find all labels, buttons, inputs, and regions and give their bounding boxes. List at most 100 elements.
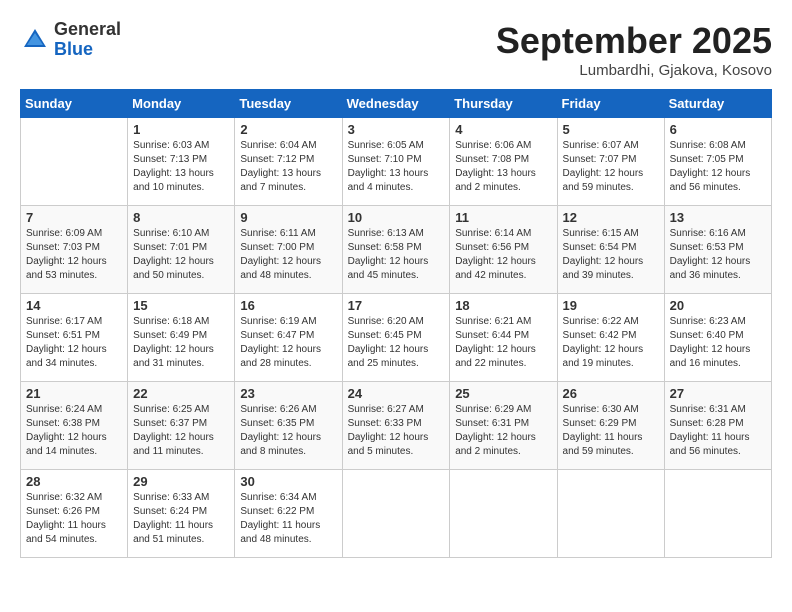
- weekday-header-sunday: Sunday: [21, 90, 128, 118]
- day-number: 30: [240, 474, 336, 489]
- calendar-week-row: 7 Sunrise: 6:09 AM Sunset: 7:03 PM Daylig…: [21, 206, 772, 294]
- day-number: 16: [240, 298, 336, 313]
- calendar-cell: 23Sunrise: 6:26 AM Sunset: 6:35 PM Dayli…: [235, 382, 342, 470]
- calendar-cell: 17 Sunrise: 6:20 AM Sunset: 6:45 PM Dayli…: [342, 294, 450, 382]
- calendar-cell: [664, 470, 771, 558]
- day-number: 13: [670, 210, 766, 225]
- day-number: 1: [133, 122, 229, 137]
- day-number: 6: [670, 122, 766, 137]
- day-info: Sunrise: 6:05 AM Sunset: 7:10 PM Dayligh…: [348, 139, 445, 195]
- calendar-cell: 13Sunrise: 6:16 AM Sunset: 6:53 PM Dayli…: [664, 206, 771, 294]
- day-info: Sunrise: 6:17 AM Sunset: 6:51 PM Dayligh…: [26, 315, 122, 371]
- day-info: Sunrise: 6:24 AM Sunset: 6:38 PM Dayligh…: [26, 403, 122, 459]
- weekday-header-thursday: Thursday: [450, 90, 557, 118]
- page-header: General Blue September 2025 Lumbardhi, G…: [20, 20, 772, 79]
- day-info: Sunrise: 6:20 AM Sunset: 6:45 PM Dayligh…: [348, 315, 445, 371]
- calendar-cell: 21 Sunrise: 6:24 AM Sunset: 6:38 PM Dayli…: [21, 382, 128, 470]
- day-number: 10: [348, 210, 445, 225]
- day-info: Sunrise: 6:15 AM Sunset: 6:54 PM Dayligh…: [563, 227, 659, 283]
- calendar-week-row: 28 Sunrise: 6:32 AM Sunset: 6:26 PM Dayli…: [21, 470, 772, 558]
- calendar-cell: 20 Sunrise: 6:23 AM Sunset: 6:40 PM Dayli…: [664, 294, 771, 382]
- weekday-header-tuesday: Tuesday: [235, 90, 342, 118]
- day-number: 11: [455, 210, 551, 225]
- day-number: 21: [26, 386, 122, 401]
- day-info: Sunrise: 6:33 AM Sunset: 6:24 PM Dayligh…: [133, 491, 229, 547]
- calendar-cell: 1 Sunrise: 6:03 AM Sunset: 7:13 PM Daylig…: [128, 118, 235, 206]
- calendar-cell: 19 Sunrise: 6:22 AM Sunset: 6:42 PM Dayli…: [557, 294, 664, 382]
- day-number: 17: [348, 298, 445, 313]
- calendar-table: SundayMondayTuesdayWednesdayThursdayFrid…: [20, 89, 772, 558]
- day-number: 7: [26, 210, 122, 225]
- day-info: Sunrise: 6:03 AM Sunset: 7:13 PM Dayligh…: [133, 139, 229, 195]
- day-info: Sunrise: 6:06 AM Sunset: 7:08 PM Dayligh…: [455, 139, 551, 195]
- day-info: Sunrise: 6:19 AM Sunset: 6:47 PM Dayligh…: [240, 315, 336, 371]
- day-info: Sunrise: 6:23 AM Sunset: 6:40 PM Dayligh…: [670, 315, 766, 371]
- day-number: 20: [670, 298, 766, 313]
- day-number: 4: [455, 122, 551, 137]
- calendar-cell: 29 Sunrise: 6:33 AM Sunset: 6:24 PM Dayli…: [128, 470, 235, 558]
- logo: General Blue: [20, 20, 121, 60]
- calendar-cell: 16 Sunrise: 6:19 AM Sunset: 6:47 PM Dayli…: [235, 294, 342, 382]
- day-info: Sunrise: 6:18 AM Sunset: 6:49 PM Dayligh…: [133, 315, 229, 371]
- day-info: Sunrise: 6:29 AM Sunset: 6:31 PM Dayligh…: [455, 403, 551, 459]
- day-info: Sunrise: 6:07 AM Sunset: 7:07 PM Dayligh…: [563, 139, 659, 195]
- weekday-header-monday: Monday: [128, 90, 235, 118]
- weekday-header-saturday: Saturday: [664, 90, 771, 118]
- day-info: Sunrise: 6:10 AM Sunset: 7:01 PM Dayligh…: [133, 227, 229, 283]
- day-number: 19: [563, 298, 659, 313]
- day-info: Sunrise: 6:13 AM Sunset: 6:58 PM Dayligh…: [348, 227, 445, 283]
- location-subtitle: Lumbardhi, Gjakova, Kosovo: [496, 62, 772, 79]
- calendar-cell: 28 Sunrise: 6:32 AM Sunset: 6:26 PM Dayli…: [21, 470, 128, 558]
- calendar-cell: 6 Sunrise: 6:08 AM Sunset: 7:05 PM Daylig…: [664, 118, 771, 206]
- day-number: 29: [133, 474, 229, 489]
- calendar-week-row: 1 Sunrise: 6:03 AM Sunset: 7:13 PM Daylig…: [21, 118, 772, 206]
- calendar-cell: 3 Sunrise: 6:05 AM Sunset: 7:10 PM Daylig…: [342, 118, 450, 206]
- calendar-cell: 4 Sunrise: 6:06 AM Sunset: 7:08 PM Daylig…: [450, 118, 557, 206]
- day-info: Sunrise: 6:31 AM Sunset: 6:28 PM Dayligh…: [670, 403, 766, 459]
- day-number: 9: [240, 210, 336, 225]
- day-number: 28: [26, 474, 122, 489]
- day-info: Sunrise: 6:09 AM Sunset: 7:03 PM Dayligh…: [26, 227, 122, 283]
- day-info: Sunrise: 6:32 AM Sunset: 6:26 PM Dayligh…: [26, 491, 122, 547]
- day-info: Sunrise: 6:11 AM Sunset: 7:00 PM Dayligh…: [240, 227, 336, 283]
- day-info: Sunrise: 6:34 AM Sunset: 6:22 PM Dayligh…: [240, 491, 336, 547]
- day-number: 14: [26, 298, 122, 313]
- day-number: 26: [563, 386, 659, 401]
- calendar-cell: 25 Sunrise: 6:29 AM Sunset: 6:31 PM Dayli…: [450, 382, 557, 470]
- calendar-cell: 8 Sunrise: 6:10 AM Sunset: 7:01 PM Daylig…: [128, 206, 235, 294]
- day-number: 27: [670, 386, 766, 401]
- calendar-cell: 2 Sunrise: 6:04 AM Sunset: 7:12 PM Daylig…: [235, 118, 342, 206]
- day-info: Sunrise: 6:25 AM Sunset: 6:37 PM Dayligh…: [133, 403, 229, 459]
- day-number: 22: [133, 386, 229, 401]
- day-info: Sunrise: 6:08 AM Sunset: 7:05 PM Dayligh…: [670, 139, 766, 195]
- day-number: 15: [133, 298, 229, 313]
- day-info: Sunrise: 6:26 AM Sunset: 6:35 PM Dayligh…: [240, 403, 336, 459]
- calendar-cell: 24Sunrise: 6:27 AM Sunset: 6:33 PM Dayli…: [342, 382, 450, 470]
- calendar-cell: 30 Sunrise: 6:34 AM Sunset: 6:22 PM Dayli…: [235, 470, 342, 558]
- calendar-cell: 11 Sunrise: 6:14 AM Sunset: 6:56 PM Dayli…: [450, 206, 557, 294]
- day-number: 3: [348, 122, 445, 137]
- calendar-cell: 27 Sunrise: 6:31 AM Sunset: 6:28 PM Dayli…: [664, 382, 771, 470]
- day-number: 25: [455, 386, 551, 401]
- day-number: 2: [240, 122, 336, 137]
- day-info: Sunrise: 6:22 AM Sunset: 6:42 PM Dayligh…: [563, 315, 659, 371]
- calendar-cell: 5Sunrise: 6:07 AM Sunset: 7:07 PM Daylig…: [557, 118, 664, 206]
- calendar-cell: 12Sunrise: 6:15 AM Sunset: 6:54 PM Dayli…: [557, 206, 664, 294]
- calendar-cell: [21, 118, 128, 206]
- calendar-week-row: 21 Sunrise: 6:24 AM Sunset: 6:38 PM Dayli…: [21, 382, 772, 470]
- day-info: Sunrise: 6:27 AM Sunset: 6:33 PM Dayligh…: [348, 403, 445, 459]
- calendar-cell: 10 Sunrise: 6:13 AM Sunset: 6:58 PM Dayli…: [342, 206, 450, 294]
- day-info: Sunrise: 6:30 AM Sunset: 6:29 PM Dayligh…: [563, 403, 659, 459]
- logo-icon: [20, 25, 50, 55]
- calendar-cell: 7 Sunrise: 6:09 AM Sunset: 7:03 PM Daylig…: [21, 206, 128, 294]
- day-info: Sunrise: 6:21 AM Sunset: 6:44 PM Dayligh…: [455, 315, 551, 371]
- day-info: Sunrise: 6:14 AM Sunset: 6:56 PM Dayligh…: [455, 227, 551, 283]
- day-number: 8: [133, 210, 229, 225]
- calendar-cell: 9 Sunrise: 6:11 AM Sunset: 7:00 PM Daylig…: [235, 206, 342, 294]
- calendar-week-row: 14 Sunrise: 6:17 AM Sunset: 6:51 PM Dayli…: [21, 294, 772, 382]
- title-block: September 2025 Lumbardhi, Gjakova, Kosov…: [496, 20, 772, 79]
- calendar-cell: 18Sunrise: 6:21 AM Sunset: 6:44 PM Dayli…: [450, 294, 557, 382]
- month-title: September 2025: [496, 20, 772, 62]
- calendar-cell: 26 Sunrise: 6:30 AM Sunset: 6:29 PM Dayli…: [557, 382, 664, 470]
- day-info: Sunrise: 6:04 AM Sunset: 7:12 PM Dayligh…: [240, 139, 336, 195]
